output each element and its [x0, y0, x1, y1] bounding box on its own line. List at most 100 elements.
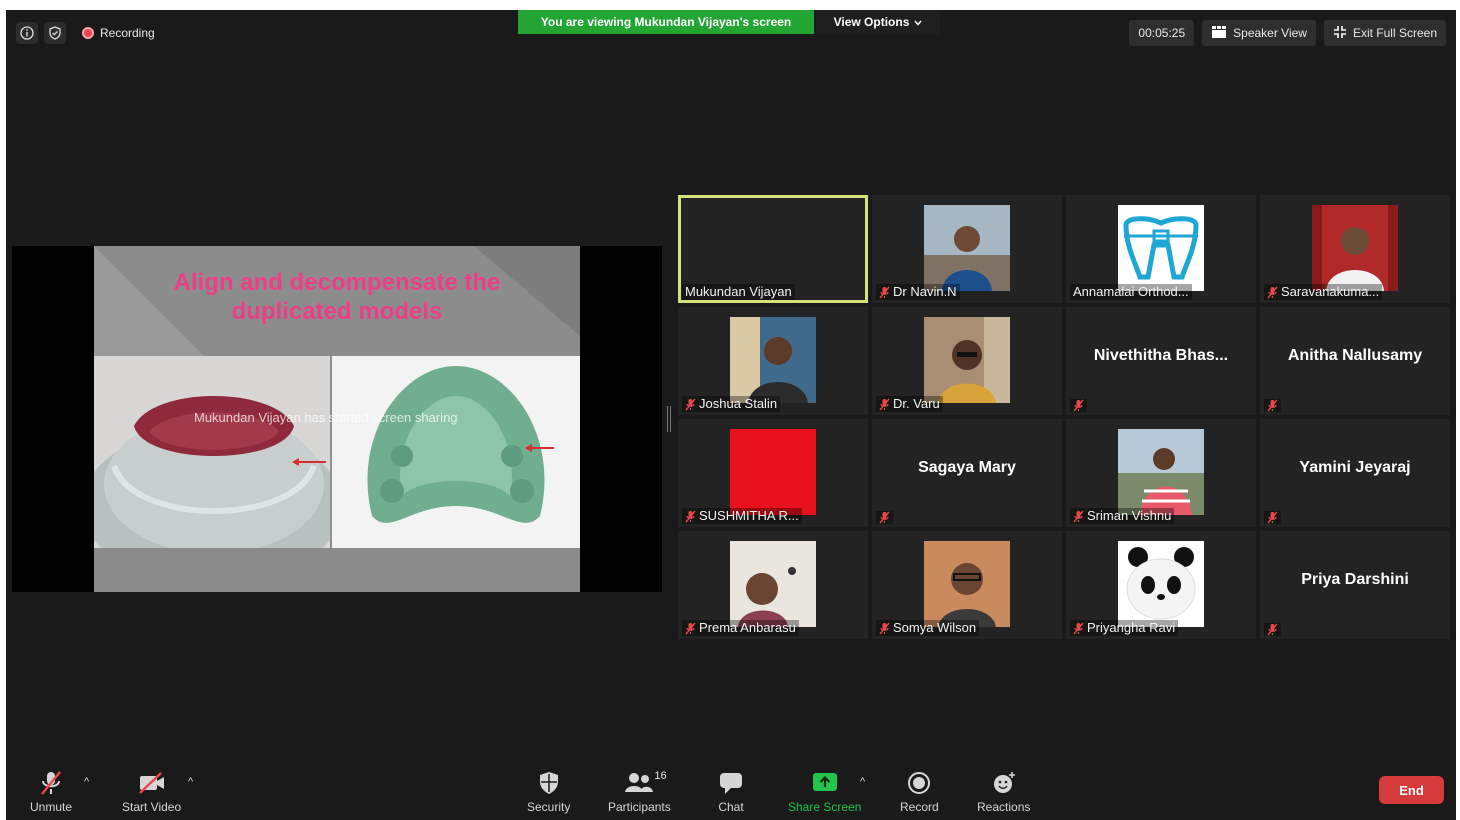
participant-tile[interactable]: Mukundan Vijayan — [678, 195, 868, 303]
participant-tile[interactable]: Priya Darshini — [1260, 531, 1450, 639]
participant-tile[interactable]: Annamalai Orthod... — [1066, 195, 1256, 303]
participant-name: Joshua Stalin — [699, 396, 778, 411]
security-shield-icon — [537, 770, 561, 796]
split-view-drag-handle[interactable] — [667, 406, 671, 432]
recording-dot-icon — [82, 27, 94, 39]
meeting-info-icon[interactable] — [16, 22, 38, 44]
view-options-button[interactable]: View Options — [816, 10, 940, 34]
participant-display-name: Nivethitha Bhas... — [1093, 347, 1229, 364]
participant-video — [924, 541, 1010, 627]
participant-name-label: Saravanakuma... — [1264, 284, 1383, 300]
mic-muted-icon — [879, 398, 890, 410]
participant-tile[interactable]: Anitha Nallusamy — [1260, 307, 1450, 415]
participant-name-label — [876, 511, 893, 524]
participant-name: Dr Navin.N — [893, 284, 957, 299]
participant-display-name: Anitha Nallusamy — [1287, 347, 1423, 364]
participant-name-label: Dr. Varu — [876, 396, 943, 412]
participant-video — [730, 317, 816, 403]
participants-label: Participants — [608, 800, 671, 814]
mic-muted-icon — [1267, 623, 1278, 636]
dental-model-photo-right — [332, 356, 580, 548]
participant-name-label — [1264, 623, 1281, 636]
participant-display-name: Sagaya Mary — [918, 459, 1016, 476]
participant-name-label: Somya Wilson — [876, 620, 980, 636]
top-left-controls: Recording — [16, 22, 155, 44]
participant-video — [1118, 205, 1204, 291]
participant-video — [1312, 205, 1398, 291]
participant-tile[interactable]: Sriman Vishnu — [1066, 419, 1256, 527]
participant-tile[interactable]: Prema Anbarasu — [678, 531, 868, 639]
participant-name-label: Sriman Vishnu — [1070, 508, 1175, 524]
shared-screen-view[interactable]: Align and decompensate the duplicated mo… — [12, 246, 662, 592]
participant-name: Annamalai Orthod... — [1073, 284, 1189, 299]
meeting-toolbar: Unmute ^ Start Video ^ Security 16 Parti… — [6, 762, 1456, 820]
participants-button[interactable]: 16 Participants — [608, 770, 671, 814]
presentation-slide: Align and decompensate the duplicated mo… — [94, 246, 580, 592]
participant-display-name: Priya Darshini — [1301, 571, 1409, 588]
recording-indicator[interactable]: Recording — [82, 26, 155, 40]
participant-tile[interactable]: SUSHMITHA R... — [678, 419, 868, 527]
record-button[interactable]: Record — [900, 770, 939, 814]
participant-name: Prema Anbarasu — [699, 620, 796, 635]
dental-model-photo-left — [94, 356, 330, 548]
participant-tile[interactable]: Saravanakuma... — [1260, 195, 1450, 303]
mic-muted-icon — [879, 511, 890, 524]
participant-name: Sriman Vishnu — [1087, 508, 1172, 523]
participant-tile[interactable]: Priyangha Ravi — [1066, 531, 1256, 639]
participant-tile[interactable]: Somya Wilson — [872, 531, 1062, 639]
mic-muted-icon — [1267, 286, 1278, 298]
participant-tile[interactable]: Joshua Stalin — [678, 307, 868, 415]
participant-name: Priyangha Ravi — [1087, 620, 1176, 635]
start-video-button[interactable]: Start Video — [122, 770, 181, 814]
participant-gallery: Mukundan Vijayan Dr Navin.N Annamalai Or… — [678, 195, 1450, 641]
slide-title-line1: Align and decompensate the — [173, 269, 501, 296]
top-right-controls: 00:05:25 Speaker View Exit Full Screen — [1129, 20, 1446, 46]
end-meeting-button[interactable]: End — [1379, 776, 1444, 804]
reactions-button[interactable]: Reactions — [977, 770, 1030, 814]
security-button[interactable]: Security — [527, 770, 570, 814]
slide-title-line2: duplicated models — [231, 298, 443, 325]
security-label: Security — [527, 800, 571, 814]
participant-name-label — [1264, 511, 1281, 524]
participant-tile[interactable]: Nivethitha Bhas... — [1066, 307, 1256, 415]
unmute-label: Unmute — [30, 800, 73, 814]
participant-name-label: Joshua Stalin — [682, 396, 781, 412]
encryption-shield-icon[interactable] — [44, 22, 66, 44]
mic-muted-icon — [879, 622, 890, 634]
participant-name-label — [1070, 399, 1087, 412]
participant-tile[interactable]: Dr Navin.N — [872, 195, 1062, 303]
participant-video — [730, 429, 816, 515]
participant-name-label: Mukundan Vijayan — [682, 284, 795, 300]
participant-tile[interactable]: Dr. Varu — [872, 307, 1062, 415]
mic-muted-icon — [685, 398, 696, 410]
participant-name: Dr. Varu — [893, 396, 940, 411]
speaker-view-button[interactable]: Speaker View — [1202, 20, 1316, 46]
recording-label: Recording — [100, 26, 155, 40]
mic-muted-icon — [1073, 399, 1084, 412]
participant-name-label: SUSHMITHA R... — [682, 508, 802, 524]
share-options-caret-icon[interactable]: ^ — [860, 776, 865, 788]
unmute-button[interactable]: Unmute — [30, 770, 72, 814]
video-options-caret-icon[interactable]: ^ — [188, 776, 193, 788]
participant-video — [1118, 429, 1204, 515]
meeting-timer-text: 00:05:25 — [1138, 26, 1186, 40]
participant-video — [730, 541, 816, 627]
audio-options-caret-icon[interactable]: ^ — [84, 776, 89, 788]
participant-video — [1118, 541, 1204, 627]
record-icon — [906, 770, 932, 796]
share-screen-button[interactable]: Share Screen — [788, 770, 861, 814]
exit-full-screen-icon — [1333, 25, 1347, 42]
share-screen-label: Share Screen — [788, 800, 862, 814]
participant-tile[interactable]: Yamini Jeyaraj — [1260, 419, 1450, 527]
participant-name: Saravanakuma... — [1281, 284, 1380, 299]
participant-name-label: Annamalai Orthod... — [1070, 284, 1192, 300]
participant-tile[interactable]: Sagaya Mary — [872, 419, 1062, 527]
participant-name-label: Prema Anbarasu — [682, 620, 799, 636]
reactions-label: Reactions — [977, 800, 1031, 814]
chat-label: Chat — [718, 800, 744, 814]
viewing-screen-banner: You are viewing Mukundan Vijayan's scree… — [518, 10, 814, 34]
participant-name-label: Dr Navin.N — [876, 284, 960, 300]
chat-button[interactable]: Chat — [718, 770, 744, 814]
exit-full-screen-button[interactable]: Exit Full Screen — [1323, 20, 1446, 46]
meeting-timer: 00:05:25 — [1129, 20, 1195, 46]
